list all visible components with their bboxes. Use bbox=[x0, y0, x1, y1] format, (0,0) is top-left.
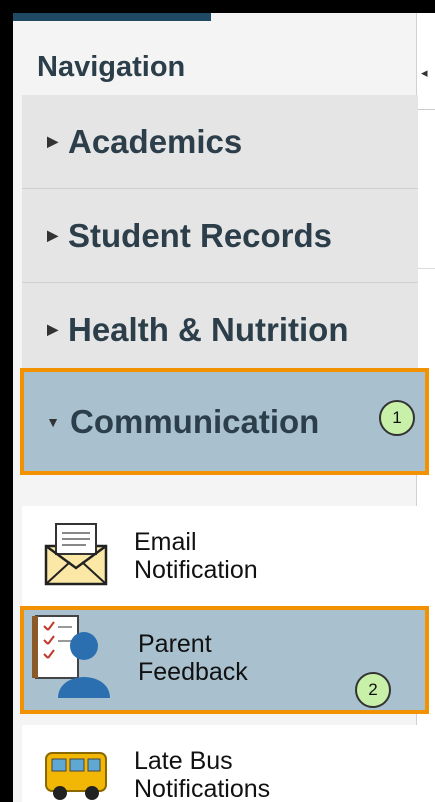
parent-feedback-icon bbox=[32, 615, 110, 698]
email-envelope-icon bbox=[44, 523, 108, 586]
collapse-arrow-icon[interactable]: ◂ bbox=[421, 65, 428, 81]
nav-section-label: Communication bbox=[70, 402, 320, 440]
nav-item-email-notification[interactable]: Email Notification bbox=[22, 506, 418, 606]
nav-section-label: Academics bbox=[68, 122, 243, 160]
nav-item-label: Late Bus Notifications bbox=[134, 747, 271, 802]
screenshot-frame: ◂ Navigation ▶ Academics ▶ Student Recor… bbox=[0, 0, 435, 802]
nav-item-label: Parent Feedback bbox=[138, 630, 248, 686]
step-badge-1: 1 bbox=[379, 400, 415, 436]
navigation-panel: ◂ Navigation ▶ Academics ▶ Student Recor… bbox=[13, 13, 435, 802]
navigation-title: Navigation bbox=[37, 51, 186, 83]
nav-section-health-nutrition[interactable]: ▶ Health & Nutrition bbox=[22, 283, 418, 377]
caret-down-icon: ▼ bbox=[46, 413, 60, 430]
nav-item-label: Email Notification bbox=[134, 528, 258, 584]
nav-section-student-records[interactable]: ▶ Student Records bbox=[22, 189, 418, 283]
nav-section-communication[interactable]: ▼ Communication 1 bbox=[20, 368, 429, 475]
caret-right-icon: ▶ bbox=[47, 321, 58, 337]
nav-section-academics[interactable]: ▶ Academics bbox=[22, 95, 418, 189]
nav-section-label: Student Records bbox=[68, 216, 333, 254]
divider bbox=[417, 109, 435, 110]
top-bar-strip bbox=[13, 13, 211, 21]
school-bus-icon bbox=[45, 752, 107, 800]
step-badge-2: 2 bbox=[355, 672, 391, 708]
caret-right-icon: ▶ bbox=[47, 227, 58, 243]
nav-item-parent-feedback[interactable]: Parent Feedback 2 bbox=[20, 606, 429, 714]
nav-section-label: Health & Nutrition bbox=[68, 310, 349, 348]
caret-right-icon: ▶ bbox=[47, 133, 58, 149]
divider bbox=[417, 268, 435, 269]
nav-item-late-bus-notifications[interactable]: Late Bus Notifications bbox=[22, 725, 418, 802]
